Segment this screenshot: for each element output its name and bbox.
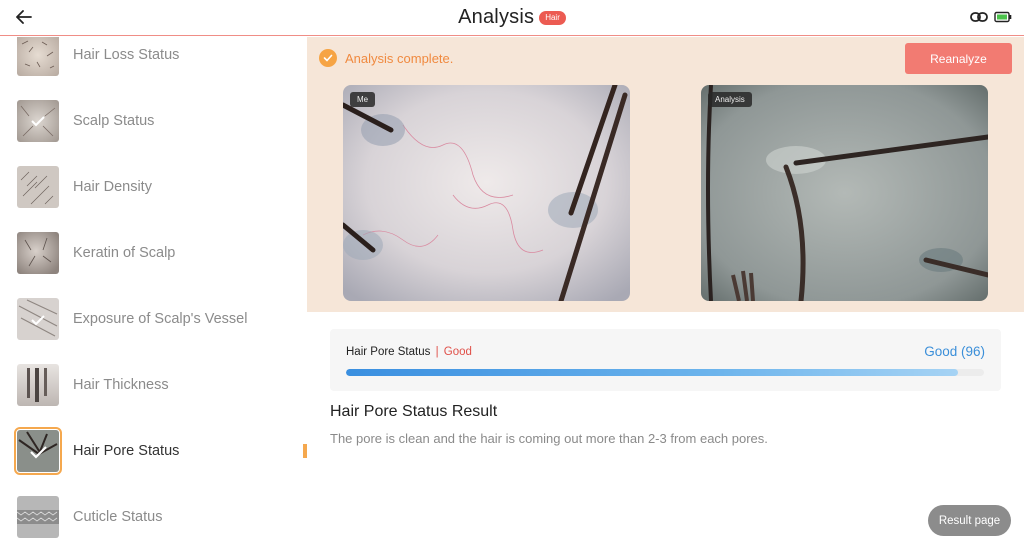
score-card: Hair Pore Status | Good Good (96)	[330, 329, 1001, 391]
reanalyze-button[interactable]: Reanalyze	[905, 43, 1012, 74]
analysis-panel: Analysis complete. Reanalyze Me Analysis	[307, 37, 1024, 312]
score-separator: |	[435, 346, 439, 358]
scalp-photo-me: Me	[343, 85, 630, 301]
sidebar-item-hair-density[interactable]: Hair Density	[0, 157, 307, 217]
result-page-button[interactable]: Result page	[928, 505, 1011, 536]
sidebar-item-label: Keratin of Scalp	[73, 245, 176, 261]
link-icon[interactable]	[970, 11, 988, 23]
check-circle-icon	[319, 49, 337, 67]
score-grade: Good	[443, 346, 472, 358]
score-label: Hair Pore Status	[346, 346, 431, 358]
analysis-category-list: Hair Loss Status Scalp Status Hair Densi…	[0, 37, 307, 544]
result-title: Hair Pore Status Result	[330, 403, 498, 420]
score-progress-fill	[346, 369, 959, 376]
scalp-thumbnail	[17, 100, 59, 142]
hair-loss-thumbnail	[17, 37, 59, 76]
back-arrow-icon	[16, 10, 32, 24]
score-summary: Good (96)	[924, 344, 985, 359]
score-progress-bar	[346, 369, 984, 376]
sidebar-item-scalp-status[interactable]: Scalp Status	[0, 91, 307, 151]
analysis-status-text: Analysis complete.	[345, 50, 454, 66]
analysis-status: Analysis complete.	[319, 49, 453, 67]
sidebar-item-exposure-of-scalps-vessel[interactable]: Exposure of Scalp's Vessel	[0, 289, 307, 349]
back-button[interactable]	[12, 5, 36, 29]
sidebar-item-label: Scalp Status	[73, 113, 155, 129]
sidebar-item-label: Hair Pore Status	[73, 443, 180, 459]
keratin-thumbnail	[17, 232, 59, 274]
scalp-photo-analysis: Analysis	[701, 85, 988, 301]
battery-icon	[994, 11, 1012, 23]
sidebar-item-hair-thickness[interactable]: Hair Thickness	[0, 355, 307, 415]
hair-density-thumbnail	[17, 166, 59, 208]
sidebar-item-hair-loss-status[interactable]: Hair Loss Status	[0, 37, 307, 85]
vessel-thumbnail	[17, 298, 59, 340]
cuticle-thumbnail	[17, 496, 59, 538]
sidebar-item-label: Hair Loss Status	[73, 47, 180, 63]
sidebar-item-cuticle-status[interactable]: Cuticle Status	[0, 487, 307, 544]
hair-thickness-thumbnail	[17, 364, 59, 406]
sidebar-item-hair-pore-status[interactable]: Hair Pore Status	[0, 421, 307, 481]
sidebar-item-keratin-of-scalp[interactable]: Keratin of Scalp	[0, 223, 307, 283]
hair-pore-thumbnail	[14, 427, 62, 475]
page-title: Analysis	[458, 5, 535, 28]
result-description: The pore is clean and the hair is coming…	[330, 431, 768, 446]
sidebar-item-label: Cuticle Status	[73, 509, 163, 525]
sidebar-item-label: Exposure of Scalp's Vessel	[73, 311, 248, 327]
sidebar-item-label: Hair Thickness	[73, 377, 169, 393]
main-content: Analysis complete. Reanalyze Me Analysis…	[307, 37, 1024, 544]
app-header: Analysis Hair	[0, 0, 1024, 36]
photo-tag-me: Me	[350, 92, 376, 107]
category-badge: Hair	[539, 11, 566, 25]
photo-tag-analysis: Analysis	[708, 92, 752, 107]
sidebar-item-label: Hair Density	[73, 179, 152, 195]
